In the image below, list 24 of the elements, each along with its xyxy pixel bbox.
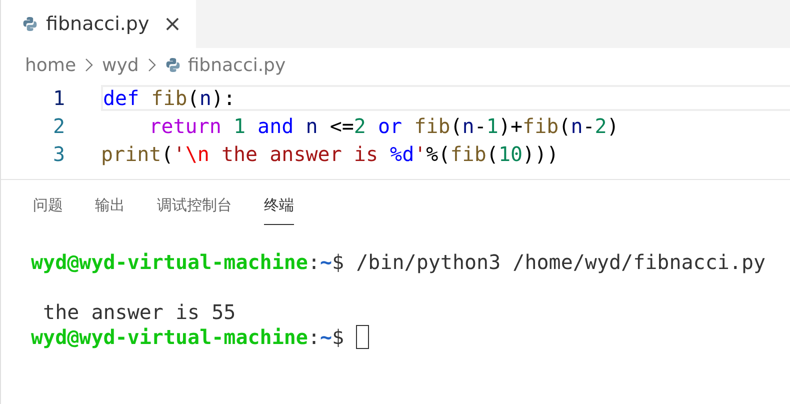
terminal-cursor [356,324,370,349]
panel-tab[interactable]: 输出 [95,192,125,225]
code-line: def fib(n): [101,85,790,111]
panel-tab[interactable]: 问题 [33,192,63,225]
python-icon [22,16,38,32]
file-tab[interactable]: fibnacci.py × [1,0,196,48]
chevron-icon [85,58,94,72]
tab-label[interactable]: fibnacci.py [46,13,150,35]
breadcrumb-item[interactable]: home [25,54,76,76]
line-number: 2 [52,114,66,138]
chevron-icon [148,58,156,72]
terminal-line: wyd@wyd-virtual-machine:~$ [31,324,344,349]
terminal-line: wyd@wyd-virtual-machine:~$ /bin/python3 /home/wyd/fibnacci.py [31,250,766,274]
close-icon[interactable]: × [163,12,182,36]
code-line: return 1 and n <=2 or fib(n-1)+fib(n-2) [148,114,620,138]
code-line: print('\n the answer is %d'%(fib(10))) [101,142,560,166]
panel-tab[interactable]: 终端 [264,192,294,225]
breadcrumb-item[interactable]: wyd [102,54,139,76]
terminal-line: the answer is 55 [42,300,236,324]
breadcrumb-item[interactable]: fibnacci.py [188,54,286,76]
line-number: 1 [52,86,66,110]
panel-tab[interactable]: 调试控制台 [157,192,232,225]
python-icon [164,57,181,73]
line-number: 3 [52,142,66,166]
